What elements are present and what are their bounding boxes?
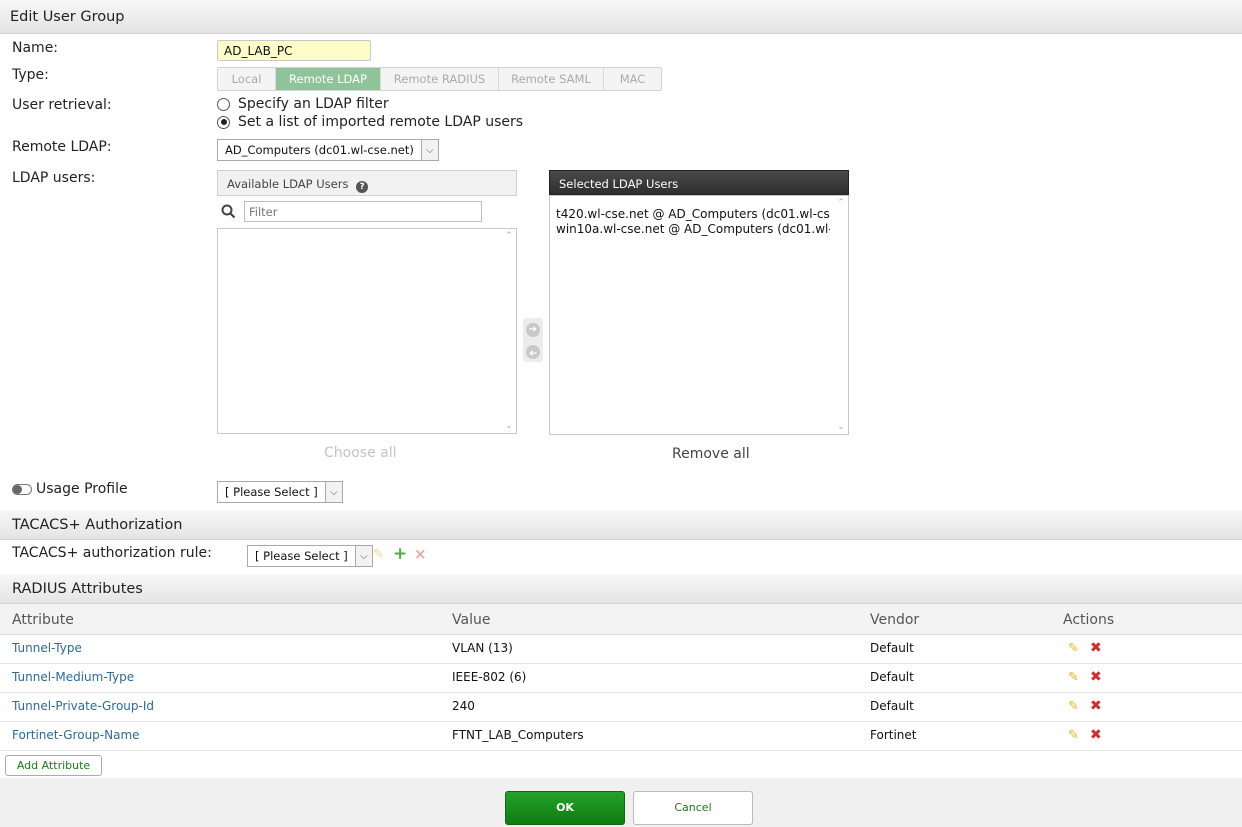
table-row: Tunnel-Private-Group-Id 240 Default ✎ ✖ xyxy=(0,693,1242,722)
type-option-local[interactable]: Local xyxy=(218,68,276,90)
ok-button[interactable]: OK xyxy=(505,791,625,825)
available-users-title: Available LDAP Users xyxy=(227,177,349,191)
name-label: Name: xyxy=(12,40,59,56)
move-controls: ➜ ➜ xyxy=(523,318,543,362)
table-row: Tunnel-Medium-Type IEEE-802 (6) Default … xyxy=(0,664,1242,693)
retrieval-option-list[interactable]: Set a list of imported remote LDAP users xyxy=(217,114,523,130)
name-input[interactable] xyxy=(217,40,371,61)
radius-table-header: Attribute Value Vendor Actions xyxy=(0,604,1242,635)
retrieval-option-list-label: Set a list of imported remote LDAP users xyxy=(238,114,524,130)
attribute-link[interactable]: Tunnel-Medium-Type xyxy=(12,670,134,684)
remove-all-button[interactable]: Remove all xyxy=(672,446,750,462)
column-attribute[interactable]: Attribute xyxy=(12,612,74,628)
attribute-value: IEEE-802 (6) xyxy=(452,670,527,684)
tacacs-section-header: TACACS+ Authorization xyxy=(0,510,1242,540)
retrieval-option-filter-label: Specify an LDAP filter xyxy=(238,96,389,112)
attribute-value: FTNT_LAB_Computers xyxy=(452,728,584,742)
tacacs-rule-value: [ Please Select ] xyxy=(255,549,348,563)
chevron-down-icon: ⌵ xyxy=(324,482,342,502)
scroll-down-icon[interactable]: ⌄ xyxy=(834,422,848,432)
attribute-link[interactable]: Tunnel-Type xyxy=(12,641,82,655)
choose-all-button[interactable]: Choose all xyxy=(324,445,397,461)
add-attribute-button[interactable]: Add Attribute xyxy=(5,755,102,776)
radio-list[interactable] xyxy=(217,115,230,129)
chevron-down-icon: ⌵ xyxy=(420,140,438,160)
usage-profile-value: [ Please Select ] xyxy=(225,485,318,499)
edit-rule-icon[interactable]: ✎ xyxy=(373,547,384,562)
edit-icon[interactable]: ✎ xyxy=(1068,699,1079,714)
chevron-down-icon: ⌵ xyxy=(354,546,372,566)
attribute-vendor: Fortinet xyxy=(870,728,917,742)
selected-user-item[interactable]: t420.wl-cse.net @ AD_Computers (dc01.wl-… xyxy=(556,207,830,221)
delete-icon[interactable]: ✖ xyxy=(1090,727,1102,743)
tacacs-rule-label: TACACS+ authorization rule: xyxy=(12,545,212,561)
selected-users-scrollbar[interactable]: ⌃ ⌄ xyxy=(834,196,848,434)
column-value[interactable]: Value xyxy=(452,612,490,628)
radius-section-title: RADIUS Attributes xyxy=(12,581,143,597)
remote-ldap-label: Remote LDAP: xyxy=(12,139,112,155)
type-option-mac[interactable]: MAC xyxy=(604,68,661,90)
remote-ldap-value: AD_Computers (dc01.wl-cse.net) xyxy=(225,143,414,157)
column-actions: Actions xyxy=(1063,612,1115,628)
help-icon[interactable]: ? xyxy=(356,181,369,193)
selected-users-header: Selected LDAP Users xyxy=(549,170,849,195)
attribute-value: VLAN (13) xyxy=(452,641,513,655)
type-option-remote-radius[interactable]: Remote RADIUS xyxy=(381,68,499,90)
attribute-link[interactable]: Fortinet-Group-Name xyxy=(12,728,140,742)
edit-icon[interactable]: ✎ xyxy=(1068,728,1079,743)
table-row: Tunnel-Type VLAN (13) Default ✎ ✖ xyxy=(0,635,1242,664)
radio-filter[interactable] xyxy=(217,97,230,111)
search-icon xyxy=(221,204,236,219)
radius-section-header: RADIUS Attributes xyxy=(0,574,1242,604)
type-option-remote-ldap[interactable]: Remote LDAP xyxy=(276,68,381,90)
delete-icon[interactable]: ✖ xyxy=(1090,669,1102,685)
attribute-vendor: Default xyxy=(870,699,914,713)
filter-input[interactable] xyxy=(244,201,482,222)
type-option-remote-saml[interactable]: Remote SAML xyxy=(499,68,604,90)
scroll-up-icon[interactable]: ⌃ xyxy=(834,198,848,208)
usage-profile-toggle[interactable] xyxy=(12,484,32,495)
delete-rule-icon[interactable]: × xyxy=(414,545,427,563)
move-right-icon[interactable]: ➜ xyxy=(526,323,540,337)
tacacs-section-title: TACACS+ Authorization xyxy=(12,517,183,533)
edit-icon[interactable]: ✎ xyxy=(1068,641,1079,656)
usage-profile-label: Usage Profile xyxy=(36,481,128,497)
type-label: Type: xyxy=(12,67,49,83)
attribute-vendor: Default xyxy=(870,670,914,684)
move-left-icon[interactable]: ➜ xyxy=(526,345,540,359)
attribute-vendor: Default xyxy=(870,641,914,655)
selected-user-item[interactable]: win10a.wl-cse.net @ AD_Computers (dc01.w… xyxy=(556,222,830,236)
usage-profile-select[interactable]: [ Please Select ] ⌵ xyxy=(217,481,343,503)
retrieval-option-filter[interactable]: Specify an LDAP filter xyxy=(217,96,389,112)
column-vendor[interactable]: Vendor xyxy=(870,612,919,628)
remote-ldap-select[interactable]: AD_Computers (dc01.wl-cse.net) ⌵ xyxy=(217,139,439,161)
attribute-link[interactable]: Tunnel-Private-Group-Id xyxy=(12,699,154,713)
cancel-button[interactable]: Cancel xyxy=(633,791,753,825)
user-retrieval-label: User retrieval: xyxy=(12,97,112,113)
selected-users-title: Selected LDAP Users xyxy=(559,177,679,191)
scroll-down-icon[interactable]: ⌄ xyxy=(502,421,516,431)
type-selector: Local Remote LDAP Remote RADIUS Remote S… xyxy=(217,67,662,91)
selected-users-list[interactable]: t420.wl-cse.net @ AD_Computers (dc01.wl-… xyxy=(549,195,849,435)
available-users-scrollbar[interactable]: ⌃ ⌄ xyxy=(502,229,516,433)
dialog-header: Edit User Group xyxy=(0,0,1242,34)
dialog-title: Edit User Group xyxy=(10,9,125,25)
delete-icon[interactable]: ✖ xyxy=(1090,640,1102,656)
table-row: Fortinet-Group-Name FTNT_LAB_Computers F… xyxy=(0,722,1242,751)
ldap-users-label: LDAP users: xyxy=(12,170,96,186)
tacacs-rule-select[interactable]: [ Please Select ] ⌵ xyxy=(247,545,373,567)
attribute-value: 240 xyxy=(452,699,475,713)
scroll-up-icon[interactable]: ⌃ xyxy=(502,231,516,241)
available-users-header: Available LDAP Users ? xyxy=(217,170,517,196)
add-rule-icon[interactable]: + xyxy=(393,544,407,564)
available-users-list[interactable]: ⌃ ⌄ xyxy=(217,228,517,434)
edit-icon[interactable]: ✎ xyxy=(1068,670,1079,685)
delete-icon[interactable]: ✖ xyxy=(1090,698,1102,714)
